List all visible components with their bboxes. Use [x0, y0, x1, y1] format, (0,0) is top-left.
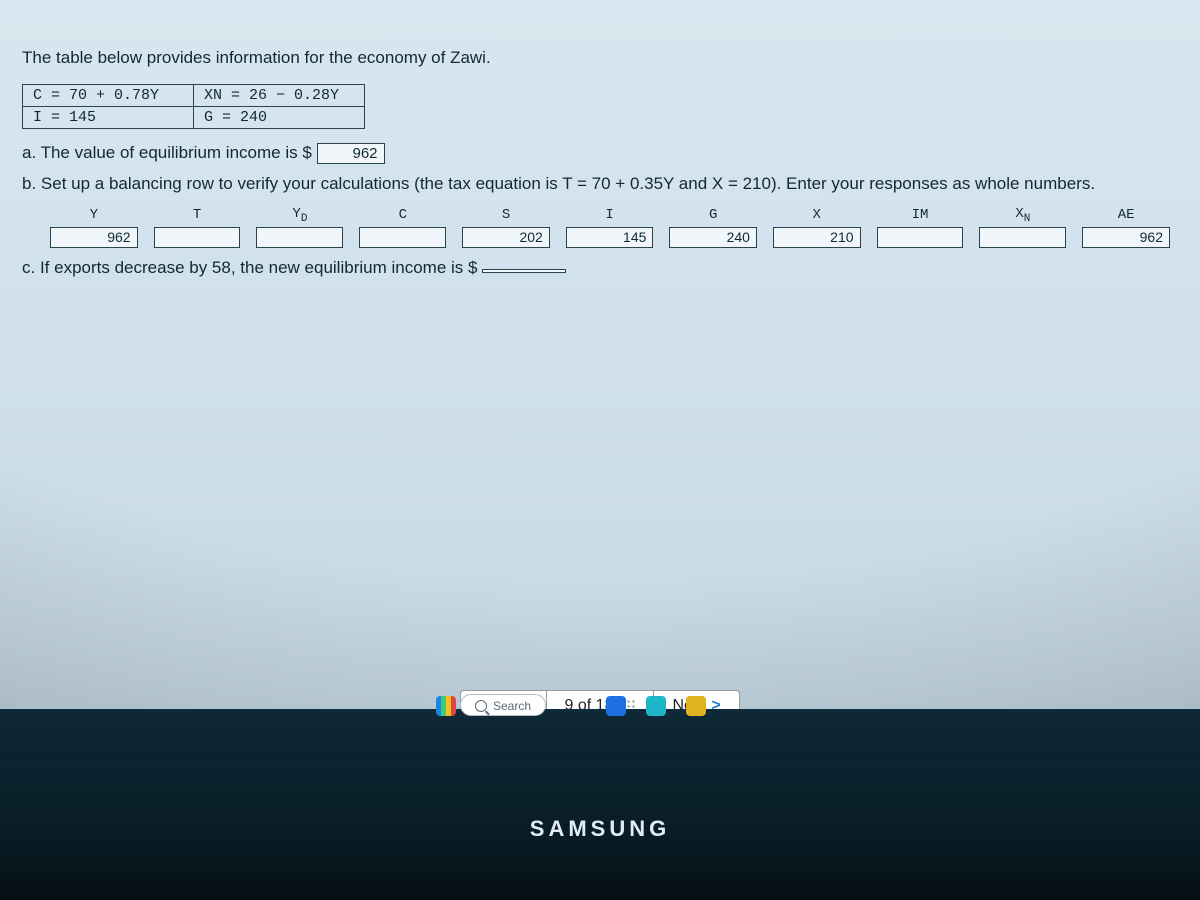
taskbar-search[interactable]: Search — [460, 694, 546, 716]
eq-c: C = 70 + 0.78Y — [23, 85, 194, 107]
search-placeholder: Search — [493, 699, 531, 713]
cell-im[interactable] — [877, 227, 964, 248]
cell-c[interactable] — [359, 227, 446, 248]
part-c-text: c. If exports decrease by 58, the new eq… — [22, 258, 477, 277]
start-icon[interactable] — [436, 696, 456, 716]
hdr-im: IM — [869, 206, 972, 227]
cell-yd[interactable] — [256, 227, 343, 248]
taskbar-app-icon[interactable] — [606, 696, 626, 716]
hdr-ae: AE — [1074, 206, 1178, 227]
part-b-text: b. Set up a balancing row to verify your… — [22, 174, 1095, 193]
monitor-brand: SAMSUNG — [530, 816, 670, 842]
eq-g: G = 240 — [194, 107, 365, 129]
monitor-bezel: SAMSUNG — [0, 760, 1200, 900]
cell-y[interactable]: 962 — [50, 227, 138, 248]
eq-xn: XN = 26 − 0.28Y — [194, 85, 365, 107]
part-a: a. The value of equilibrium income is $ … — [22, 143, 1178, 164]
question-area: The table below provides information for… — [0, 0, 1200, 760]
cell-i[interactable]: 145 — [566, 227, 654, 248]
cell-xn[interactable] — [979, 227, 1066, 248]
cell-s[interactable]: 202 — [462, 227, 550, 248]
balancing-row: Y T YD C S I G X IM XN AE 962 202 145 24… — [42, 206, 1178, 248]
cell-g[interactable]: 240 — [669, 227, 757, 248]
equations-table: C = 70 + 0.78Y XN = 26 − 0.28Y I = 145 G… — [22, 84, 365, 129]
hdr-i: I — [558, 206, 662, 227]
cell-t[interactable] — [154, 227, 241, 248]
taskbar-app-icon[interactable] — [646, 696, 666, 716]
search-icon — [475, 700, 487, 712]
taskbar: Search — [0, 709, 1200, 760]
part-c: c. If exports decrease by 58, the new eq… — [22, 258, 1178, 278]
hdr-t: T — [146, 206, 249, 227]
part-c-input[interactable] — [482, 269, 566, 273]
hdr-x: X — [765, 206, 869, 227]
part-a-text: a. The value of equilibrium income is $ — [22, 143, 312, 162]
intro-text: The table below provides information for… — [22, 48, 1178, 68]
hdr-g: G — [661, 206, 765, 227]
part-a-input[interactable]: 962 — [317, 143, 385, 164]
hdr-xn: XN — [971, 206, 1074, 227]
cell-ae[interactable]: 962 — [1082, 227, 1170, 248]
hdr-c: C — [351, 206, 454, 227]
cell-x[interactable]: 210 — [773, 227, 861, 248]
hdr-y: Y — [42, 206, 146, 227]
hdr-yd: YD — [248, 206, 351, 227]
eq-i: I = 145 — [23, 107, 194, 129]
hdr-s: S — [454, 206, 558, 227]
part-b: b. Set up a balancing row to verify your… — [22, 172, 1178, 196]
taskbar-app-icon[interactable] — [686, 696, 706, 716]
